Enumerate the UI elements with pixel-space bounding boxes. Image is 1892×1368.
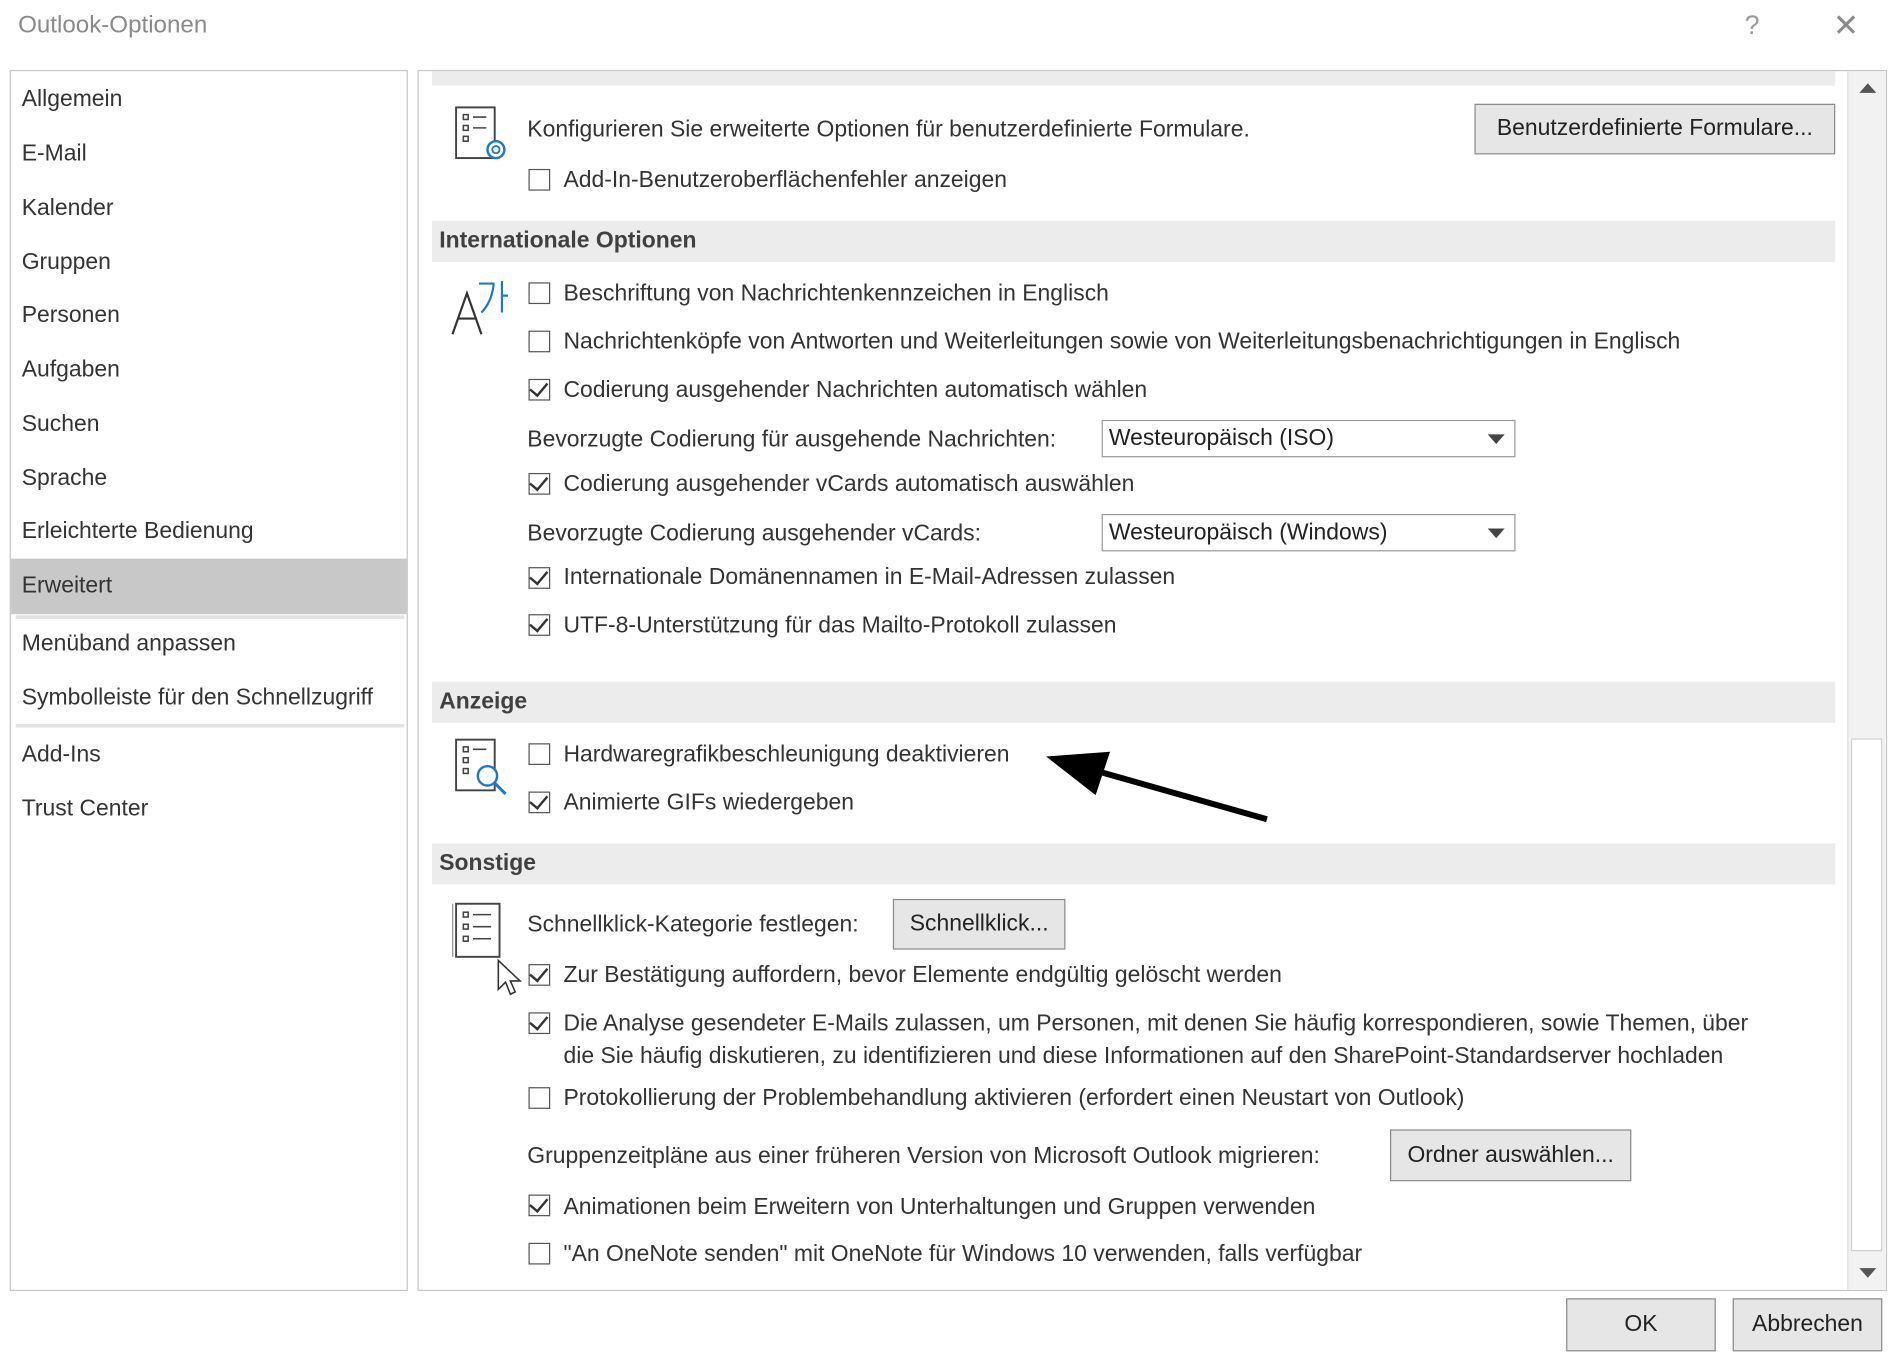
list-icon xyxy=(452,902,501,958)
form-settings-icon xyxy=(455,106,506,160)
addin-errors-checkbox[interactable] xyxy=(528,168,551,191)
preferred-vcard-value: Westeuropäisch (Windows) xyxy=(1108,520,1388,546)
analysis-checkbox[interactable] xyxy=(528,1010,551,1035)
hw-accel-label: Hardwaregrafikbeschleunigung deaktiviere… xyxy=(563,742,1010,768)
nav-item-email[interactable]: E-Mail xyxy=(11,128,407,181)
custom-forms-button[interactable]: Benutzerdefinierte Formulare... xyxy=(1474,103,1836,155)
troubleshoot-label: Protokollierung der Problembehandlung ak… xyxy=(563,1085,1465,1112)
nav-item-schnellzugriff[interactable]: Symbolleiste für den Schnellzugriff xyxy=(11,672,407,725)
preferred-vcard-dropdown[interactable]: Westeuropäisch (Windows) xyxy=(1101,514,1516,552)
close-button[interactable]: ✕ xyxy=(1833,7,1859,44)
section-header-international: Internationale Optionen xyxy=(431,220,1836,262)
analysis-label-line2: die Sie häufig diskutieren, zu identifiz… xyxy=(563,1043,1724,1070)
nav-item-allgemein[interactable]: Allgemein xyxy=(11,74,407,127)
quickclick-button[interactable]: Schnellklick... xyxy=(892,898,1066,950)
quickclick-label: Schnellklick-Kategorie festlegen: xyxy=(527,912,859,938)
nav-item-kalender[interactable]: Kalender xyxy=(11,182,407,235)
window-title: Outlook-Optionen xyxy=(18,12,208,39)
scroll-thumb[interactable] xyxy=(1850,738,1883,1252)
chevron-down-icon xyxy=(1487,434,1505,445)
section-header-anzeige: Anzeige xyxy=(431,681,1836,723)
display-search-icon xyxy=(455,738,507,796)
language-icon xyxy=(451,281,508,335)
gifs-checkbox[interactable] xyxy=(528,790,551,814)
nav-item-personen[interactable]: Personen xyxy=(11,290,407,343)
chevron-down-icon xyxy=(1487,528,1505,539)
nav-item-trust-center[interactable]: Trust Center xyxy=(11,783,407,836)
custom-forms-description: Konfigurieren Sie erweiterte Optionen fü… xyxy=(527,117,1250,143)
utf8-label: UTF-8-Unterstützung für das Mailto-Proto… xyxy=(563,612,1117,639)
analysis-label-line1: Die Analyse gesendeter E-Mails zulassen,… xyxy=(563,1011,1749,1037)
migrate-label: Gruppenzeitpläne aus einer früheren Vers… xyxy=(527,1143,1320,1170)
vertical-scrollbar[interactable] xyxy=(1847,71,1886,1290)
nav-item-add-ins[interactable]: Add-Ins xyxy=(11,729,407,782)
nav-item-erleichterte-bedienung[interactable]: Erleichterte Bedienung xyxy=(11,506,407,559)
mouse-cursor-icon xyxy=(497,958,523,996)
annotation-arrow-icon xyxy=(1046,751,1268,823)
headers-english-label: Nachrichtenköpfe von Antworten und Weite… xyxy=(563,329,1681,355)
utf8-checkbox[interactable] xyxy=(528,612,551,636)
preferred-vcard-label: Bevorzugte Codierung ausgehender vCards: xyxy=(527,521,981,547)
idn-checkbox[interactable] xyxy=(528,565,551,589)
confirm-delete-label: Zur Bestätigung auffordern, bevor Elemen… xyxy=(563,962,1282,989)
preferred-encoding-value: Westeuropäisch (ISO) xyxy=(1108,425,1334,452)
preferred-encoding-dropdown[interactable]: Westeuropäisch (ISO) xyxy=(1101,419,1516,458)
cancel-button[interactable]: Abbrechen xyxy=(1732,1298,1883,1352)
options-content: Entwickler Konfigurieren Sie erweiterte … xyxy=(417,69,1888,1292)
flag-english-checkbox[interactable] xyxy=(528,282,551,305)
onenote-checkbox[interactable] xyxy=(528,1242,551,1265)
scroll-down-icon[interactable] xyxy=(1859,1268,1877,1278)
addin-errors-label: Add-In-Benutzeroberflächenfehler anzeige… xyxy=(563,167,1008,194)
auto-vcard-label: Codierung ausgehender vCards automatisch… xyxy=(563,471,1135,498)
nav-item-sprache[interactable]: Sprache xyxy=(11,452,407,505)
auto-vcard-checkbox[interactable] xyxy=(528,471,551,495)
animations-label: Animationen beim Erweitern von Unterhalt… xyxy=(563,1194,1316,1220)
nav-item-gruppen[interactable]: Gruppen xyxy=(11,236,407,289)
troubleshoot-checkbox[interactable] xyxy=(528,1087,551,1109)
help-button[interactable]: ? xyxy=(1745,10,1760,41)
ok-button[interactable]: OK xyxy=(1566,1298,1716,1352)
flag-english-label: Beschriftung von Nachrichtenkennzeichen … xyxy=(563,281,1109,307)
hw-accel-checkbox[interactable] xyxy=(528,743,551,765)
section-header-entwickler: Entwickler xyxy=(431,71,1836,86)
headers-english-checkbox[interactable] xyxy=(528,330,551,353)
nav-item-aufgaben[interactable]: Aufgaben xyxy=(11,344,407,397)
auto-encoding-label: Codierung ausgehender Nachrichten automa… xyxy=(563,377,1148,404)
nav-item-menueband-anpassen[interactable]: Menüband anpassen xyxy=(11,618,407,671)
nav-separator xyxy=(15,723,405,728)
options-nav: Allgemein E-Mail Kalender Gruppen Person… xyxy=(9,69,408,1292)
nav-item-suchen[interactable]: Suchen xyxy=(11,398,407,451)
section-header-sonstige: Sonstige xyxy=(431,843,1836,885)
animations-checkbox[interactable] xyxy=(528,1193,551,1217)
migrate-folder-button[interactable]: Ordner auswählen... xyxy=(1390,1129,1632,1182)
idn-label: Internationale Domänennamen in E-Mail-Ad… xyxy=(563,564,1176,591)
gifs-label: Animierte GIFs wiedergeben xyxy=(563,790,855,816)
auto-encoding-checkbox[interactable] xyxy=(528,377,551,401)
scroll-up-icon[interactable] xyxy=(1859,83,1877,93)
preferred-encoding-label: Bevorzugte Codierung für ausgehende Nach… xyxy=(527,427,1057,453)
onenote-label: "An OneNote senden" mit OneNote für Wind… xyxy=(563,1241,1363,1267)
nav-item-erweitert[interactable]: Erweitert xyxy=(10,558,407,615)
confirm-delete-checkbox[interactable] xyxy=(528,962,551,986)
